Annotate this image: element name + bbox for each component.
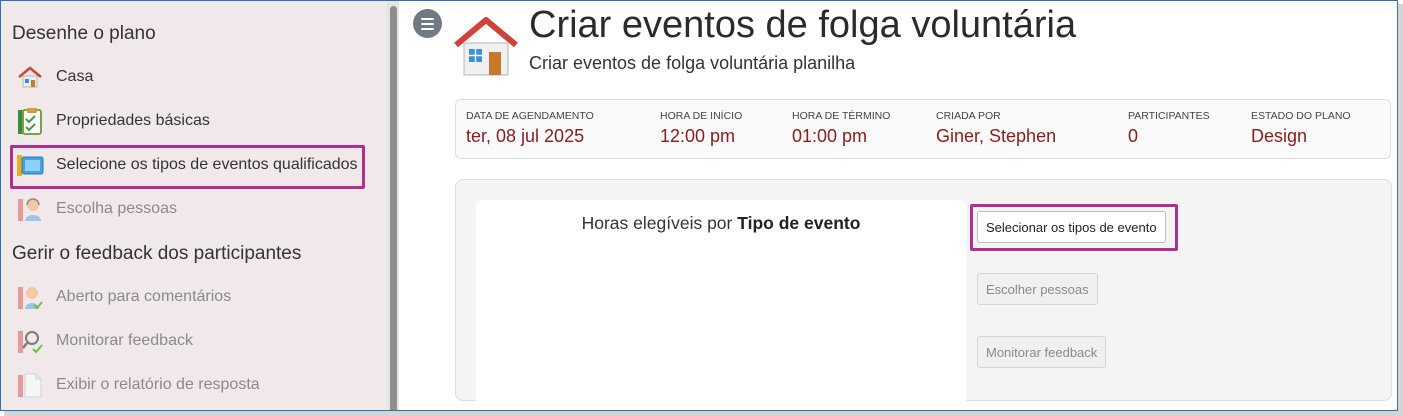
house-icon (454, 17, 518, 76)
sidebar-item-label: Monitorar feedback (56, 332, 193, 349)
chart-title: Horas elegíveis por Tipo de evento (476, 213, 966, 234)
sidebar-item-label: Propriedades básicas (56, 112, 210, 129)
sidebar-section-feedback: Gerir o feedback dos participantes (12, 243, 302, 264)
monitor-feedback-button[interactable]: Monitorar feedback (977, 336, 1107, 368)
report-document-icon (16, 371, 44, 399)
info-start-time: Hora de início 12:00 pm (660, 110, 742, 147)
app-window: Desenhe o plano Casa Propriedades básica… (0, 0, 1398, 411)
sidebar-item-label: Exibir o relatório de resposta (56, 376, 260, 393)
page-title: Criar eventos de folga voluntária (529, 4, 1077, 46)
window-shadow-bottom (4, 411, 1403, 416)
menu-toggle-button[interactable] (413, 9, 442, 38)
home-icon (16, 63, 44, 91)
sidebar-scrollbar-thumb[interactable] (390, 6, 397, 410)
chart-title-prefix: Horas elegíveis por (581, 213, 738, 233)
info-label: Estado do plano (1251, 110, 1351, 122)
sidebar-item-label: Casa (56, 68, 94, 85)
clipboard-check-icon (16, 107, 44, 135)
person-check-icon (16, 283, 44, 311)
button-callout-highlight (970, 204, 1178, 251)
info-label: Data de agendamento (466, 110, 594, 122)
person-headset-icon (16, 195, 44, 223)
info-label: Participantes (1128, 110, 1210, 122)
info-value: Giner, Stephen (936, 126, 1057, 146)
info-label: Hora de início (660, 110, 743, 122)
sidebar-item-label: Escolha pessoas (56, 200, 177, 217)
sidebar-callout-highlight (10, 145, 365, 189)
window-shadow-right (1398, 4, 1403, 416)
info-participants: Participantes 0 (1128, 110, 1210, 147)
info-scheduling-date: Data de agendamento ter, 08 jul 2025 (466, 110, 594, 147)
info-value: Design (1251, 126, 1308, 146)
sidebar: Desenhe o plano Casa Propriedades básica… (1, 1, 387, 410)
sidebar-item-aberto-comentarios[interactable]: Aberto para comentários (16, 279, 356, 315)
choose-people-button[interactable]: Escolher pessoas (977, 273, 1098, 305)
info-value: 01:00 pm (792, 126, 868, 146)
info-created-by: Criada por Giner, Stephen (936, 110, 1056, 147)
info-value: ter, 08 jul 2025 (466, 126, 585, 146)
magnifier-check-icon (16, 327, 44, 355)
sidebar-item-casa[interactable]: Casa (16, 59, 356, 95)
sidebar-section-design: Desenhe o plano (12, 23, 156, 44)
eligible-hours-chart: Horas elegíveis por Tipo de evento (476, 200, 966, 410)
info-end-time: Hora de término 01:00 pm (792, 110, 890, 147)
sidebar-item-propriedades[interactable]: Propriedades básicas (16, 103, 356, 139)
chart-title-bold: Tipo de evento (737, 213, 861, 233)
info-label: Criada por (936, 110, 1001, 122)
sidebar-item-label: Aberto para comentários (56, 288, 232, 305)
sidebar-item-monitorar-feedback[interactable]: Monitorar feedback (16, 323, 356, 359)
plan-info-bar: Data de agendamento ter, 08 jul 2025 Hor… (455, 99, 1391, 159)
info-plan-state: Estado do plano Design (1251, 110, 1351, 147)
info-value: 0 (1128, 126, 1139, 146)
info-label: Hora de término (792, 110, 891, 122)
page-subtitle: Criar eventos de folga voluntária planil… (529, 53, 856, 73)
sidebar-item-relatorio-resposta[interactable]: Exibir o relatório de resposta (16, 367, 356, 403)
sidebar-item-escolha-pessoas[interactable]: Escolha pessoas (16, 191, 356, 227)
info-value: 12:00 pm (660, 126, 736, 146)
